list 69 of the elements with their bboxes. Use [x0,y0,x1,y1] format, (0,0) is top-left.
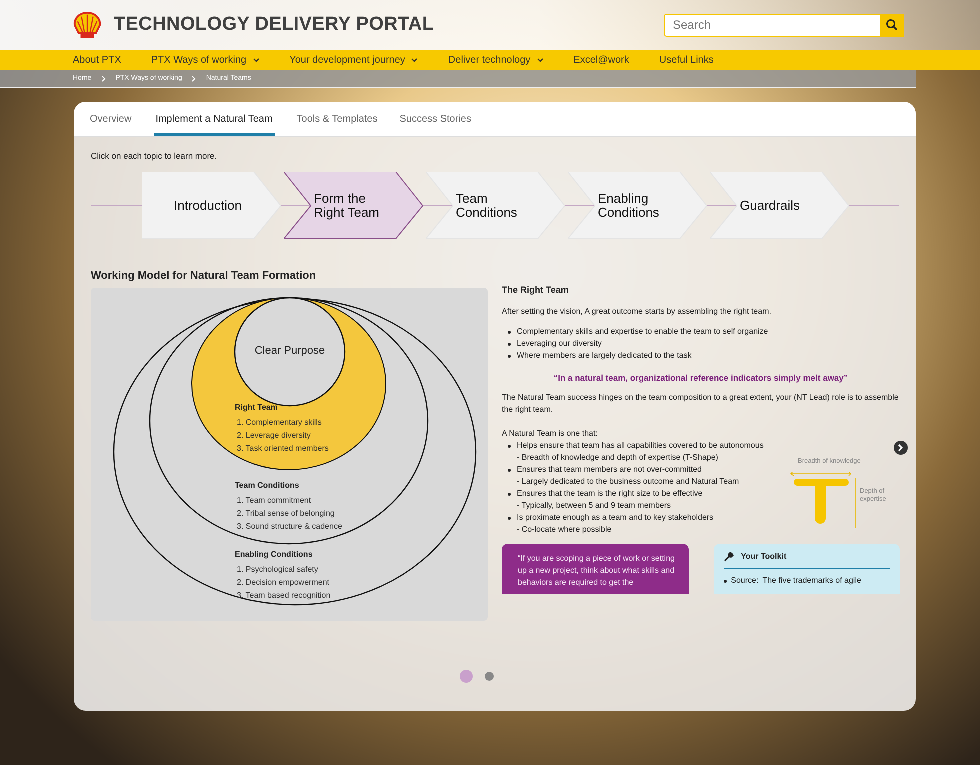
criterion-note: - Typically, between 5 and 9 team members [517,500,672,512]
nav-item[interactable]: Deliver technology [448,54,544,66]
criterion-text: Ensures that team members are not over-committed [517,464,703,476]
section-title: Working Model for Natural Team Formation [91,270,318,282]
pager-dot[interactable] [460,670,473,683]
toolkit-title: Your Toolkit [741,551,787,564]
intro-text: After setting the vision, A great outcome starts by assembling the right team. [502,306,772,318]
bullet-icon [508,517,511,520]
body-paragraph: The Natural Team success hinges on the team composition to a great extent, your (NT Lead) role is to assemble the right team. [502,392,900,416]
process-step[interactable]: Guardrails [710,172,850,240]
tab[interactable]: Tools & Templates [296,114,378,136]
process-step[interactable]: Team Conditions [426,172,566,240]
nav-item[interactable]: Your development journey [290,54,418,66]
bullet-icon [508,493,511,496]
quote-text: “In a natural team, organizational reference indicators simply melt away” [552,372,850,384]
nav-item[interactable]: About PTX [73,54,122,66]
source-label: Source: [731,575,759,588]
ring-heading: Enabling Conditions [235,550,313,559]
process-step[interactable]: Form the Right Team [284,172,424,240]
bullet-item: Where members are largely dedicated to the task [517,350,692,362]
chevron-icon [102,76,106,82]
ring-heading: Right Team [235,403,278,412]
search-icon [886,19,898,31]
search-field[interactable]: Search [664,14,880,36]
bullet-icon [508,469,511,472]
ring-item: 2. Leverage diversity [237,431,311,440]
nav-item[interactable]: PTX Ways of working [151,54,260,66]
quote-callout: “If you are scoping a piece of work or setting up a new project, think about what skills and behaviors are required to get the [502,544,690,594]
detail-heading: The Right Team [502,284,570,297]
criterion-text: Helps ensure that team has all capabilities covered to be autonomous [517,440,764,452]
ring-item: 2. Tribal sense of belonging [237,509,335,518]
ring-item: 3. Sound structure & cadence [237,522,342,531]
bullet-item: Leveraging our diversity [517,338,602,350]
bullet-icon [508,342,511,346]
tab[interactable]: Overview [90,114,132,136]
ring-item: 3. Task oriented members [237,444,329,453]
criterion-note: - Largely dedicated to the business outcome and Natural Team [517,476,740,488]
search-button[interactable] [880,14,904,36]
ring-item: 1. Team commitment [237,496,312,505]
ring-item: 1. Complementary skills [237,418,322,427]
list-title: A Natural Team is one that: [502,428,599,440]
instruction-text: Click on each topic to learn more. [91,151,218,161]
bullet-item: Complementary skills and expertise to enable the team to self organize [517,326,768,338]
criterion-note: - Breadth of knowledge and depth of expertise (T-Shape) [517,452,720,464]
shell-logo[interactable] [73,12,102,38]
process-step[interactable]: Introduction [142,172,282,240]
next-button[interactable] [894,441,908,455]
nav-item[interactable]: Excel@work [574,54,630,66]
chevron-icon [898,444,904,452]
bullet-icon [508,354,511,358]
wrench-icon [724,552,734,562]
criterion-text: Ensures that the team is the right size to be effective [517,488,703,500]
source-link[interactable]: The five trademarks of agile [762,575,862,588]
criterion-text: Is proximate enough as a team and to key stakeholders [517,512,714,524]
chevron-icon [192,76,196,82]
ring-item: 1. Psychological safety [237,565,318,574]
bullet-icon [724,580,728,583]
bullet-icon [508,445,511,448]
bullet-icon [508,330,511,334]
tab[interactable]: Success Stories [400,114,472,136]
nav-item[interactable]: Useful Links [659,54,714,66]
portal-title: TECHNOLOGY DELIVERY PORTAL [114,14,436,36]
pager-dot[interactable] [485,672,494,681]
center-label: Clear Purpose [254,345,326,357]
ring-heading: Team Conditions [235,481,300,490]
ring-item: 2. Decision empowerment [237,578,330,587]
criterion-note: - Co-locate where possible [517,524,613,536]
tab[interactable]: Implement a Natural Team [154,114,275,136]
process-step[interactable]: Enabling Conditions [568,172,708,240]
